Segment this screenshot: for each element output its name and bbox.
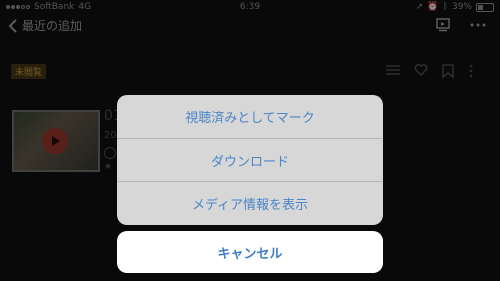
screen: SoftBank 4G 6:39 ➚ ⏰ ᛒ 39% 最近の追加 未閲覧 01 … xyxy=(0,0,500,281)
download-button[interactable]: ダウンロード xyxy=(117,138,383,182)
media-info-button[interactable]: メディア情報を表示 xyxy=(117,181,383,225)
cancel-button[interactable]: キャンセル xyxy=(117,231,383,273)
mark-watched-button[interactable]: 視聴済みとしてマーク xyxy=(117,95,383,138)
action-sheet: 視聴済みとしてマーク ダウンロード メディア情報を表示 xyxy=(117,95,383,225)
